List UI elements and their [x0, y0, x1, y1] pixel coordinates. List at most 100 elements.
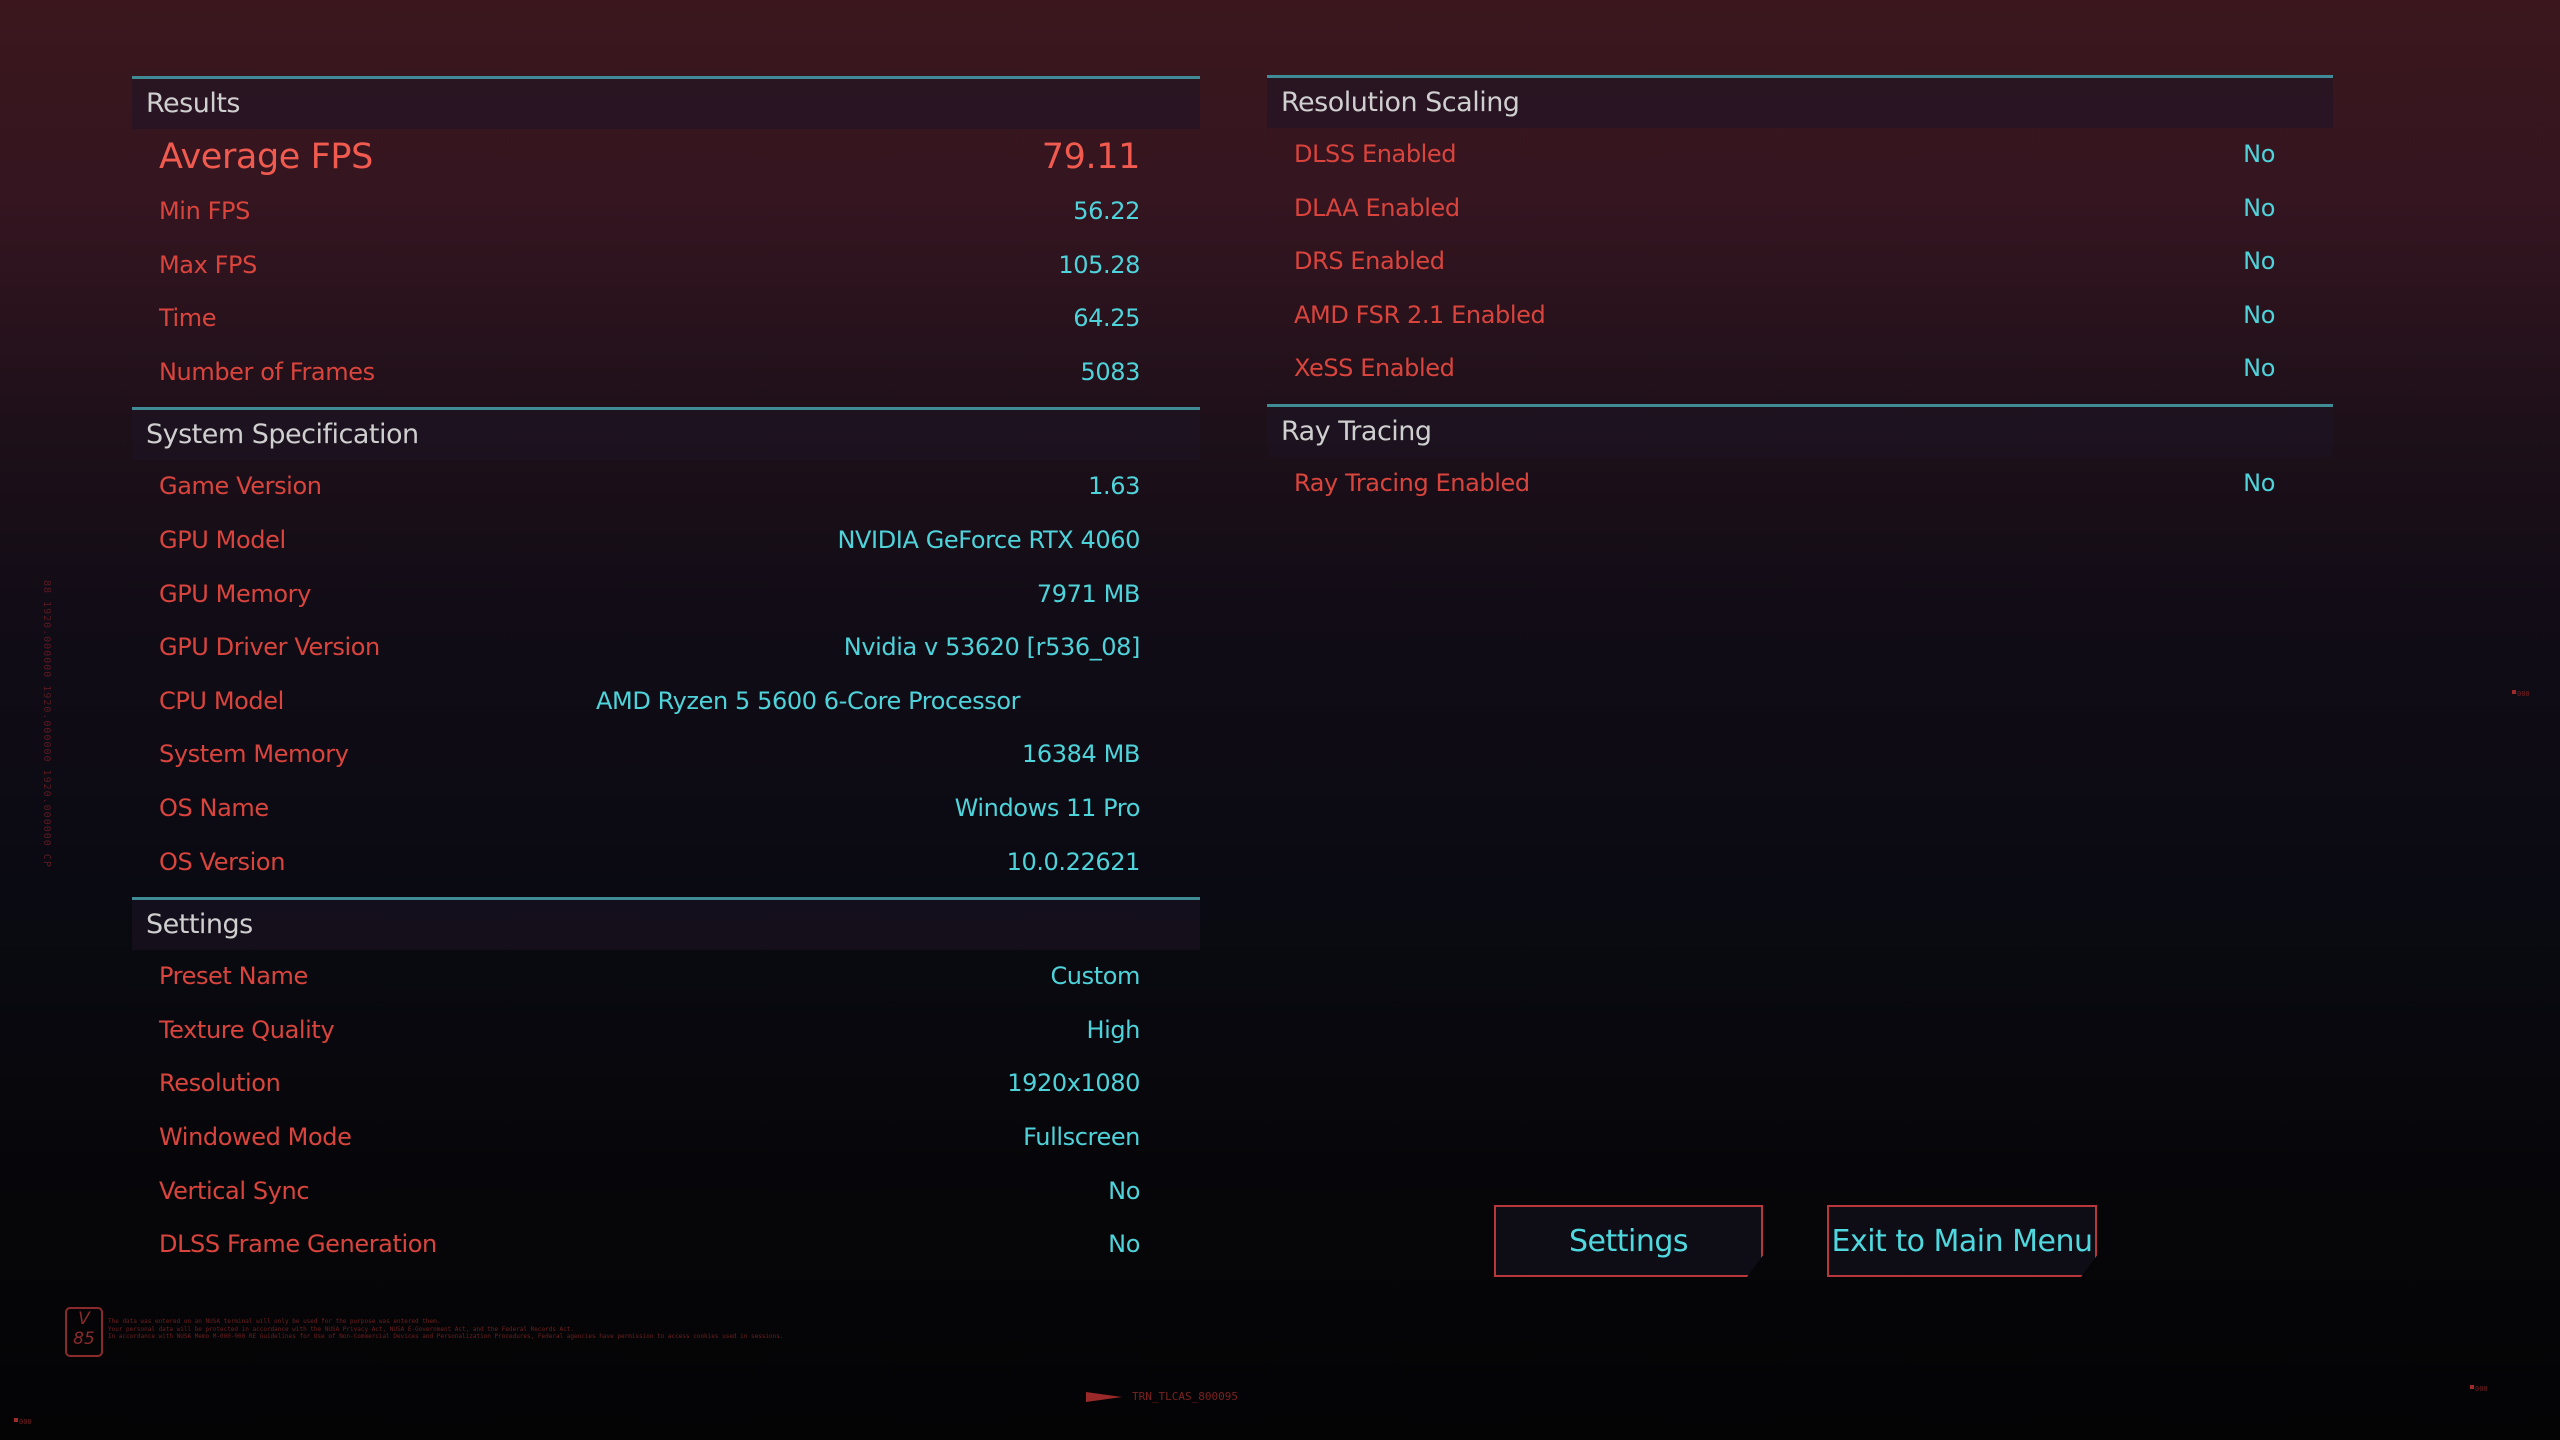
row-label: OS Version: [159, 847, 286, 876]
fineprint-line: The data was entered on an NUSA terminal…: [108, 1318, 441, 1325]
version-badge-icon: V 85: [65, 1307, 103, 1357]
settings-row: Preset Name Custom: [132, 950, 1200, 1004]
settings-row: Resolution 1920x1080: [132, 1057, 1200, 1111]
row-value: No: [2243, 354, 2275, 383]
scaling-row: DLAA Enabled No: [1267, 182, 2333, 236]
row-value: No: [2243, 193, 2275, 222]
row-label: GPU Driver Version: [159, 633, 380, 662]
scaling-row: AMD FSR 2.1 Enabled No: [1267, 289, 2333, 343]
spec-row: GPU Memory 7971 MB: [132, 568, 1200, 622]
exit-to-main-menu-button[interactable]: Exit to Main Menu: [1827, 1205, 2097, 1277]
row-value: No: [1108, 1176, 1140, 1205]
button-corner-accent: [1747, 1267, 1765, 1286]
row-label: Game Version: [159, 472, 322, 501]
row-label: Texture Quality: [159, 1015, 335, 1044]
results-row: Min FPS 56.22: [132, 185, 1200, 239]
scaling-row: DRS Enabled No: [1267, 235, 2333, 289]
spec-row: OS Version 10.0.22621: [132, 836, 1200, 890]
average-fps-row: Average FPS 79.11: [132, 129, 1200, 185]
settings-button[interactable]: Settings: [1494, 1205, 1763, 1277]
row-label: DRS Enabled: [1294, 247, 1445, 276]
row-label: Windowed Mode: [159, 1122, 352, 1151]
build-tag-text: TRN_TLCAS_800095: [1132, 1390, 1238, 1403]
spec-row: System Memory 16384 MB: [132, 728, 1200, 782]
badge-bottom-text: 85: [73, 1329, 95, 1349]
row-value: 105.28: [1058, 250, 1140, 279]
row-value: 7971 MB: [1036, 579, 1140, 608]
row-label: OS Name: [159, 793, 269, 822]
row-value: 56.22: [1073, 197, 1140, 225]
row-value: 10.0.22621: [1006, 847, 1141, 876]
button-corner-accent: [2081, 1267, 2099, 1286]
row-label: Preset Name: [159, 962, 308, 991]
row-value: No: [2243, 140, 2275, 168]
average-fps-label: Average FPS: [159, 137, 373, 177]
row-label: GPU Model: [159, 525, 286, 554]
spec-row: Game Version 1.63: [132, 460, 1200, 514]
scaling-row: DLSS Enabled No: [1267, 128, 2333, 182]
results-row: Time 64.25: [132, 292, 1200, 346]
row-value: Nvidia v 53620 [r536_08]: [843, 633, 1141, 662]
row-value: No: [2243, 300, 2275, 329]
row-label: CPU Model: [159, 686, 284, 715]
row-label: XeSS Enabled: [1294, 354, 1455, 383]
results-row: Number of Frames 5083: [132, 346, 1200, 400]
settings-button-label: Settings: [1568, 1223, 1689, 1259]
corner-mark: 000: [14, 1418, 32, 1426]
build-tag: TRN_TLCAS_800095: [1086, 1390, 1238, 1403]
exit-button-label: Exit to Main Menu: [1831, 1223, 2093, 1259]
row-label: DLSS Frame Generation: [159, 1230, 437, 1259]
left-panel: Results Average FPS 79.11 Min FPS 56.22 …: [132, 76, 1200, 1272]
right-panel: Resolution Scaling DLSS Enabled No DLAA …: [1267, 75, 2333, 511]
row-value: 64.25: [1073, 304, 1140, 333]
row-value: 16384 MB: [1022, 740, 1140, 769]
row-value: Fullscreen: [1023, 1122, 1140, 1151]
row-label: Time: [159, 304, 217, 333]
badge-top-text: V: [78, 1309, 90, 1329]
corner-mark: 000: [2470, 1385, 2488, 1393]
row-label: System Memory: [159, 740, 349, 769]
spec-row: CPU Model AMD Ryzen 5 5600 6-Core Proces…: [132, 675, 1200, 729]
system-spec-header: System Specification: [132, 410, 1200, 461]
ray-tracing-header: Ray Tracing: [1267, 406, 2333, 457]
scaling-row: XeSS Enabled No: [1267, 342, 2333, 396]
row-value: No: [2243, 468, 2275, 497]
row-label: Number of Frames: [159, 357, 375, 386]
row-value: No: [1108, 1230, 1140, 1259]
spec-row: GPU Driver Version Nvidia v 53620 [r536_…: [132, 621, 1200, 675]
row-value: 1920x1080: [1007, 1069, 1140, 1098]
ray-tracing-row: Ray Tracing Enabled No: [1267, 457, 2333, 511]
corner-mark: 000: [2512, 690, 2530, 698]
settings-row: Texture Quality High: [132, 1004, 1200, 1058]
row-value: 5083: [1080, 357, 1141, 386]
row-label: Resolution: [159, 1069, 281, 1098]
row-label: DLSS Enabled: [1294, 140, 1457, 168]
arrow-right-icon: [1086, 1391, 1122, 1402]
fineprint-line: In accordance with NUSA Memo M-000-000 R…: [108, 1333, 784, 1340]
row-value: Custom: [1050, 962, 1140, 991]
results-row: Max FPS 105.28: [132, 239, 1200, 293]
results-header: Results: [132, 79, 1200, 129]
row-value: 1.63: [1088, 472, 1140, 501]
row-label: AMD FSR 2.1 Enabled: [1294, 300, 1546, 329]
settings-header: Settings: [132, 900, 1200, 951]
row-value: NVIDIA GeForce RTX 4060: [837, 525, 1140, 554]
vertical-debug-text: 88 1920.000000 1920.000000 1920.000000 C…: [41, 580, 52, 868]
row-value: AMD Ryzen 5 5600 6-Core Processor: [596, 686, 1021, 715]
row-label: Ray Tracing Enabled: [1294, 468, 1530, 497]
settings-row: DLSS Frame Generation No: [132, 1218, 1200, 1272]
row-label: GPU Memory: [159, 579, 311, 608]
fineprint-line: Your personal data will be protected in …: [108, 1325, 574, 1333]
spec-row: OS Name Windows 11 Pro: [132, 782, 1200, 836]
settings-row: Vertical Sync No: [132, 1165, 1200, 1219]
spec-row: GPU Model NVIDIA GeForce RTX 4060: [132, 514, 1200, 568]
row-label: Max FPS: [159, 250, 257, 279]
row-label: DLAA Enabled: [1294, 193, 1460, 222]
average-fps-value: 79.11: [1041, 137, 1141, 177]
resolution-scaling-header: Resolution Scaling: [1267, 78, 2333, 128]
row-value: High: [1086, 1015, 1140, 1044]
row-label: Min FPS: [159, 197, 250, 225]
row-value: Windows 11 Pro: [954, 793, 1141, 822]
row-label: Vertical Sync: [159, 1176, 310, 1205]
settings-row: Windowed Mode Fullscreen: [132, 1111, 1200, 1165]
